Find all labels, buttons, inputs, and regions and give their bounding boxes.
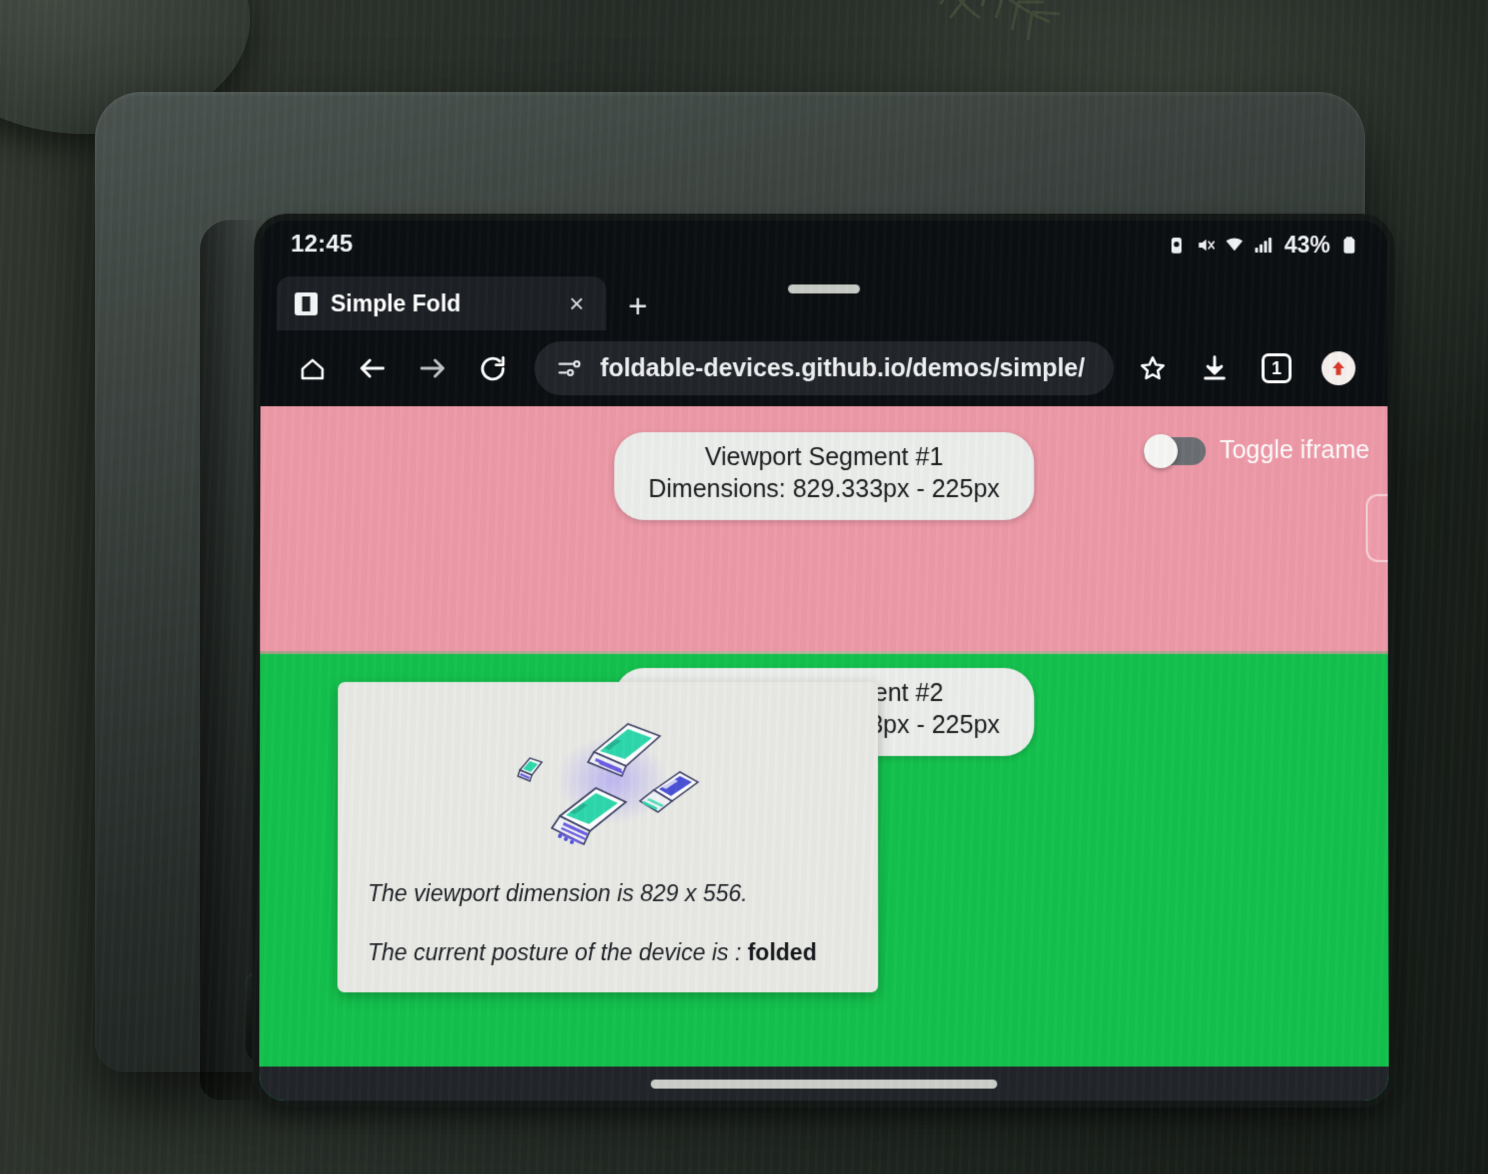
desk-light-glow [620,0,1488,500]
tab-count-label: 1 [1262,353,1292,383]
card-text-block: The viewport dimension is 829 x 556. The… [368,878,853,968]
status-clock: 12:45 [291,231,353,259]
close-icon[interactable]: × [563,290,590,316]
segment-2-title: Viewport Segment #2 [648,678,1000,709]
edge-partial-panel[interactable] [1366,494,1389,562]
posture-value: folded [748,939,817,965]
segment-1-title: Viewport Segment #1 [648,442,999,473]
tab-count-button[interactable]: 1 [1246,340,1308,396]
cellular-signal-icon [1253,234,1273,255]
viewport-segment-2: Viewport Segment #2 Dimensions: 829.333p… [259,654,1389,1101]
home-icon[interactable] [282,340,342,396]
desk-background: 12:45 43% Simple Fold × + foldable-devic… [0,0,1488,1174]
web-page-content: Viewport Segment #1 Dimensions: 829.333p… [259,406,1389,1100]
segment-2-dimensions: Dimensions: 829.333px - 225px [648,709,1000,742]
back-arrow-icon[interactable] [342,340,402,396]
battery-icon [1339,234,1359,255]
device-fold-seam [260,651,1388,654]
toggle-iframe-switch[interactable] [1144,437,1206,465]
foldable-devices-illustration [368,704,852,854]
case-vent-line [515,994,945,1000]
plant-leaves [820,0,1120,80]
case-lower-bezel [245,972,1215,1064]
device-posture-line: The current posture of the device is : f… [368,937,853,968]
gesture-nav-pill[interactable] [651,1079,997,1088]
tab-title-label: Simple Fold [331,290,551,317]
system-navigation-bar [259,1067,1389,1101]
status-icon-group: 43% [1166,231,1359,258]
viewport-segment-1: Viewport Segment #1 Dimensions: 829.333p… [260,406,1388,651]
toggle-iframe-control[interactable]: Toggle iframe [1144,436,1370,465]
round-pot-object [0,0,250,134]
segment-2-info-pill: Viewport Segment #2 Dimensions: 829.333p… [614,668,1034,756]
battery-saver-icon [1166,234,1186,255]
segment-1-dimensions: Dimensions: 829.333px - 225px [648,473,999,505]
site-settings-icon[interactable] [556,355,582,381]
browser-tab-simple-fold[interactable]: Simple Fold × [277,277,607,331]
reload-icon[interactable] [462,340,522,396]
star-icon[interactable] [1122,340,1184,396]
profile-icon[interactable] [1307,340,1369,396]
download-icon[interactable] [1184,340,1246,396]
window-drag-handle[interactable] [788,284,860,293]
browser-tab-strip: Simple Fold × + [261,269,1388,331]
wifi-icon [1224,234,1244,255]
battery-percent-label: 43% [1284,231,1330,258]
omnibox[interactable]: foldable-devices.github.io/demos/simple/ [534,341,1113,395]
case-shadow-left [200,220,260,1100]
viewport-dimension-line: The viewport dimension is 829 x 556. [368,878,852,909]
viewport-info-card: The viewport dimension is 829 x 556. The… [337,682,878,992]
segment-1-info-pill: Viewport Segment #1 Dimensions: 829.333p… [614,432,1033,520]
omnibox-url-text[interactable]: foldable-devices.github.io/demos/simple/ [600,354,1085,383]
toggle-iframe-label: Toggle iframe [1220,436,1370,465]
foldable-device-case: 12:45 43% Simple Fold × + foldable-devic… [95,92,1365,1072]
case-shadow-right [1200,220,1260,1100]
device-screen: 12:45 43% Simple Fold × + foldable-devic… [259,221,1389,1101]
forward-arrow-icon[interactable] [402,340,462,396]
mute-icon [1195,234,1215,255]
browser-toolbar: foldable-devices.github.io/demos/simple/… [260,330,1387,406]
simple-fold-favicon [295,292,318,315]
new-tab-button[interactable]: + [628,289,647,322]
toggle-knob [1144,434,1178,468]
status-bar: 12:45 43% [261,221,1388,269]
posture-label: The current posture of the device is : [368,939,748,965]
